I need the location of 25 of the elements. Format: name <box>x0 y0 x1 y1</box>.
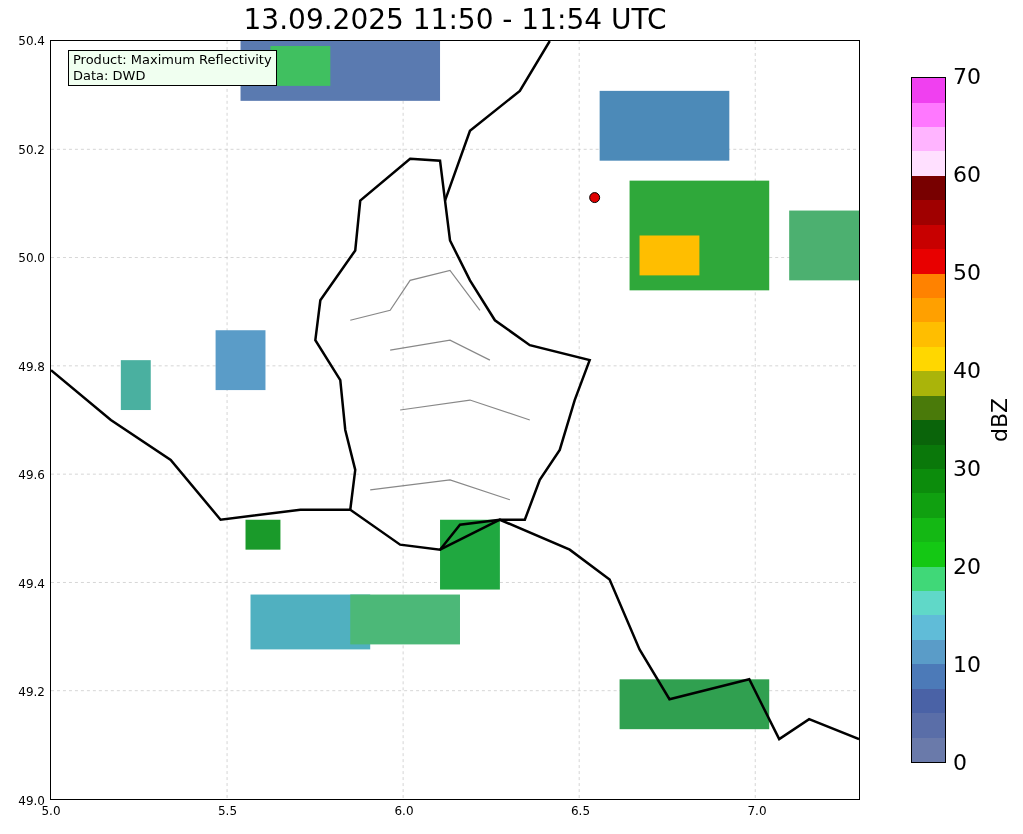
y-tick-label: 50.4 <box>18 35 45 47</box>
x-tick-label: 5.0 <box>41 805 61 817</box>
colorbar-tick-label: 20 <box>953 556 981 578</box>
y-tick-label: 50.0 <box>18 252 45 265</box>
y-tick-label: 49.8 <box>18 360 45 373</box>
colorbar-tick-label: 30 <box>953 458 981 480</box>
y-tick-label: 50.2 <box>18 143 45 156</box>
x-tick-label: 7.0 <box>747 805 767 817</box>
colorbar-tick-label: 70 <box>953 66 981 88</box>
colorbar-tick-label: 0 <box>953 752 967 774</box>
legend-text: Data: DWD <box>73 68 147 84</box>
y-tick-label: 49.2 <box>18 686 45 699</box>
y-tick-label: 49.4 <box>18 577 45 590</box>
legend-text: Product: Maximum Reflectivity <box>73 52 272 68</box>
x-tick-label: 6.0 <box>394 805 414 817</box>
colorbar-tick-label: 10 <box>953 654 981 676</box>
x-tick-label: 6.5 <box>570 805 591 817</box>
x-tick-label: 5.5 <box>217 805 238 817</box>
colorbar-label: dBZ <box>989 397 1011 443</box>
colorbar-tick-label: 50 <box>953 262 981 284</box>
colorbar-tick-label: 60 <box>953 164 981 186</box>
colorbar-tick-label: 40 <box>953 360 981 382</box>
y-tick-label: 49.6 <box>18 469 45 482</box>
chart-title: 13.09.2025 11:50 - 11:54 UTC <box>243 6 667 34</box>
y-tick-label: 49.0 <box>18 795 45 807</box>
